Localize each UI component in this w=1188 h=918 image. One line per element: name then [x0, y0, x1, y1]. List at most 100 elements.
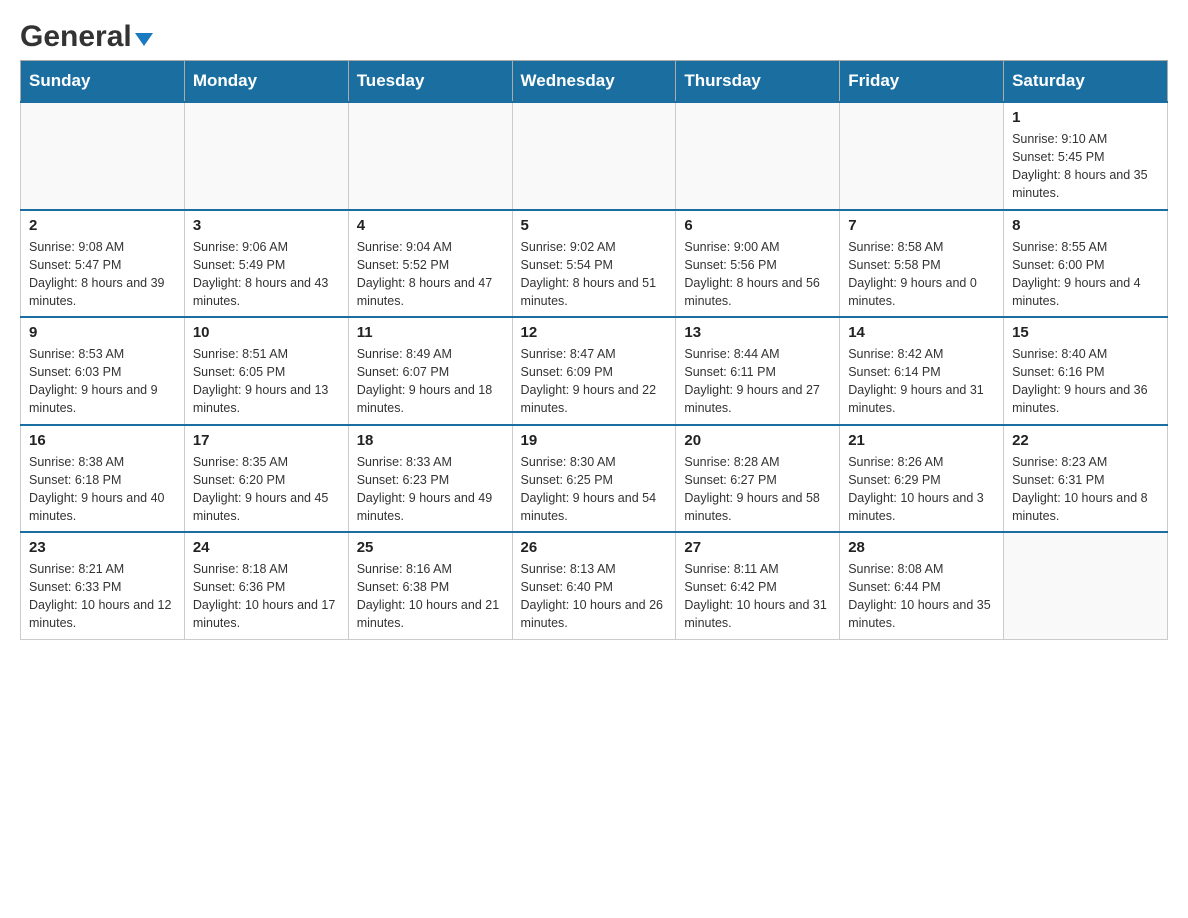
calendar-cell: 28 Sunrise: 8:08 AM Sunset: 6:44 PM Dayli…: [840, 532, 1004, 639]
day-info: Sunrise: 8:26 AM Sunset: 6:29 PM Dayligh…: [848, 453, 995, 526]
day-number: 15: [1012, 324, 1159, 341]
day-info: Sunrise: 8:33 AM Sunset: 6:23 PM Dayligh…: [357, 453, 504, 526]
calendar-cell: [840, 102, 1004, 210]
day-info: Sunrise: 8:55 AM Sunset: 6:00 PM Dayligh…: [1012, 238, 1159, 311]
day-number: 24: [193, 539, 340, 556]
day-number: 27: [684, 539, 831, 556]
day-info: Sunrise: 8:49 AM Sunset: 6:07 PM Dayligh…: [357, 345, 504, 418]
day-header-sunday: Sunday: [21, 61, 185, 103]
calendar-cell: [676, 102, 840, 210]
day-info: Sunrise: 8:42 AM Sunset: 6:14 PM Dayligh…: [848, 345, 995, 418]
day-info: Sunrise: 8:38 AM Sunset: 6:18 PM Dayligh…: [29, 453, 176, 526]
day-header-saturday: Saturday: [1004, 61, 1168, 103]
calendar-cell: 22 Sunrise: 8:23 AM Sunset: 6:31 PM Dayli…: [1004, 425, 1168, 533]
calendar-cell: 12 Sunrise: 8:47 AM Sunset: 6:09 PM Dayli…: [512, 317, 676, 425]
day-number: 12: [521, 324, 668, 341]
day-number: 17: [193, 432, 340, 449]
calendar-cell: 26 Sunrise: 8:13 AM Sunset: 6:40 PM Dayli…: [512, 532, 676, 639]
day-info: Sunrise: 8:18 AM Sunset: 6:36 PM Dayligh…: [193, 560, 340, 633]
day-info: Sunrise: 8:40 AM Sunset: 6:16 PM Dayligh…: [1012, 345, 1159, 418]
calendar-cell: 4Sunrise: 9:04 AM Sunset: 5:52 PM Daylig…: [348, 210, 512, 318]
day-number: 28: [848, 539, 995, 556]
day-info: Sunrise: 8:16 AM Sunset: 6:38 PM Dayligh…: [357, 560, 504, 633]
day-info: Sunrise: 8:30 AM Sunset: 6:25 PM Dayligh…: [521, 453, 668, 526]
day-number: 26: [521, 539, 668, 556]
calendar-cell: 1Sunrise: 9:10 AM Sunset: 5:45 PM Daylig…: [1004, 102, 1168, 210]
day-number: 13: [684, 324, 831, 341]
calendar-cell: 23 Sunrise: 8:21 AM Sunset: 6:33 PM Dayli…: [21, 532, 185, 639]
logo: General: [20, 20, 153, 50]
page-header: General: [20, 20, 1168, 50]
day-info: Sunrise: 8:08 AM Sunset: 6:44 PM Dayligh…: [848, 560, 995, 633]
week-row-3: 9 Sunrise: 8:53 AM Sunset: 6:03 PM Daylig…: [21, 317, 1168, 425]
calendar-table: SundayMondayTuesdayWednesdayThursdayFrid…: [20, 60, 1168, 640]
day-info: Sunrise: 8:28 AM Sunset: 6:27 PM Dayligh…: [684, 453, 831, 526]
logo-main-text: General: [20, 20, 153, 54]
calendar-cell: 21 Sunrise: 8:26 AM Sunset: 6:29 PM Dayli…: [840, 425, 1004, 533]
day-info: Sunrise: 8:35 AM Sunset: 6:20 PM Dayligh…: [193, 453, 340, 526]
day-header-thursday: Thursday: [676, 61, 840, 103]
day-number: 6: [684, 217, 831, 234]
calendar-cell: [512, 102, 676, 210]
calendar-cell: 18 Sunrise: 8:33 AM Sunset: 6:23 PM Dayli…: [348, 425, 512, 533]
calendar-cell: 9 Sunrise: 8:53 AM Sunset: 6:03 PM Daylig…: [21, 317, 185, 425]
day-info: Sunrise: 9:02 AM Sunset: 5:54 PM Dayligh…: [521, 238, 668, 311]
day-number: 18: [357, 432, 504, 449]
day-header-monday: Monday: [184, 61, 348, 103]
calendar-cell: 3Sunrise: 9:06 AM Sunset: 5:49 PM Daylig…: [184, 210, 348, 318]
day-info: Sunrise: 8:21 AM Sunset: 6:33 PM Dayligh…: [29, 560, 176, 633]
week-row-1: 1Sunrise: 9:10 AM Sunset: 5:45 PM Daylig…: [21, 102, 1168, 210]
calendar-cell: 14Sunrise: 8:42 AM Sunset: 6:14 PM Dayli…: [840, 317, 1004, 425]
calendar-cell: 20 Sunrise: 8:28 AM Sunset: 6:27 PM Dayli…: [676, 425, 840, 533]
day-number: 9: [29, 324, 176, 341]
day-number: 8: [1012, 217, 1159, 234]
calendar-cell: 10 Sunrise: 8:51 AM Sunset: 6:05 PM Dayli…: [184, 317, 348, 425]
day-info: Sunrise: 8:53 AM Sunset: 6:03 PM Dayligh…: [29, 345, 176, 418]
calendar-cell: 7 Sunrise: 8:58 AM Sunset: 5:58 PM Daylig…: [840, 210, 1004, 318]
day-header-friday: Friday: [840, 61, 1004, 103]
calendar-cell: 2Sunrise: 9:08 AM Sunset: 5:47 PM Daylig…: [21, 210, 185, 318]
day-number: 2: [29, 217, 176, 234]
day-info: Sunrise: 8:13 AM Sunset: 6:40 PM Dayligh…: [521, 560, 668, 633]
calendar-cell: 5 Sunrise: 9:02 AM Sunset: 5:54 PM Daylig…: [512, 210, 676, 318]
calendar-cell: 19 Sunrise: 8:30 AM Sunset: 6:25 PM Dayli…: [512, 425, 676, 533]
day-info: Sunrise: 8:47 AM Sunset: 6:09 PM Dayligh…: [521, 345, 668, 418]
calendar-cell: 27 Sunrise: 8:11 AM Sunset: 6:42 PM Dayli…: [676, 532, 840, 639]
calendar-cell: 13 Sunrise: 8:44 AM Sunset: 6:11 PM Dayli…: [676, 317, 840, 425]
calendar-cell: [1004, 532, 1168, 639]
day-number: 16: [29, 432, 176, 449]
day-header-tuesday: Tuesday: [348, 61, 512, 103]
calendar-cell: 24 Sunrise: 8:18 AM Sunset: 6:36 PM Dayli…: [184, 532, 348, 639]
calendar-cell: 8 Sunrise: 8:55 AM Sunset: 6:00 PM Daylig…: [1004, 210, 1168, 318]
calendar-cell: 15 Sunrise: 8:40 AM Sunset: 6:16 PM Dayli…: [1004, 317, 1168, 425]
day-info: Sunrise: 8:51 AM Sunset: 6:05 PM Dayligh…: [193, 345, 340, 418]
day-number: 10: [193, 324, 340, 341]
day-info: Sunrise: 8:58 AM Sunset: 5:58 PM Dayligh…: [848, 238, 995, 311]
day-number: 22: [1012, 432, 1159, 449]
day-number: 3: [193, 217, 340, 234]
day-info: Sunrise: 9:10 AM Sunset: 5:45 PM Dayligh…: [1012, 130, 1159, 203]
week-row-5: 23 Sunrise: 8:21 AM Sunset: 6:33 PM Dayli…: [21, 532, 1168, 639]
day-number: 7: [848, 217, 995, 234]
calendar-cell: [21, 102, 185, 210]
day-number: 23: [29, 539, 176, 556]
day-number: 11: [357, 324, 504, 341]
day-number: 25: [357, 539, 504, 556]
day-number: 4: [357, 217, 504, 234]
calendar-cell: 25 Sunrise: 8:16 AM Sunset: 6:38 PM Dayli…: [348, 532, 512, 639]
days-header-row: SundayMondayTuesdayWednesdayThursdayFrid…: [21, 61, 1168, 103]
day-number: 19: [521, 432, 668, 449]
logo-triangle-icon: [135, 33, 153, 46]
day-info: Sunrise: 8:23 AM Sunset: 6:31 PM Dayligh…: [1012, 453, 1159, 526]
calendar-cell: 11 Sunrise: 8:49 AM Sunset: 6:07 PM Dayli…: [348, 317, 512, 425]
day-info: Sunrise: 8:44 AM Sunset: 6:11 PM Dayligh…: [684, 345, 831, 418]
day-number: 21: [848, 432, 995, 449]
day-number: 20: [684, 432, 831, 449]
calendar-cell: [184, 102, 348, 210]
day-header-wednesday: Wednesday: [512, 61, 676, 103]
calendar-cell: 6Sunrise: 9:00 AM Sunset: 5:56 PM Daylig…: [676, 210, 840, 318]
week-row-2: 2Sunrise: 9:08 AM Sunset: 5:47 PM Daylig…: [21, 210, 1168, 318]
day-number: 5: [521, 217, 668, 234]
week-row-4: 16 Sunrise: 8:38 AM Sunset: 6:18 PM Dayli…: [21, 425, 1168, 533]
day-info: Sunrise: 8:11 AM Sunset: 6:42 PM Dayligh…: [684, 560, 831, 633]
